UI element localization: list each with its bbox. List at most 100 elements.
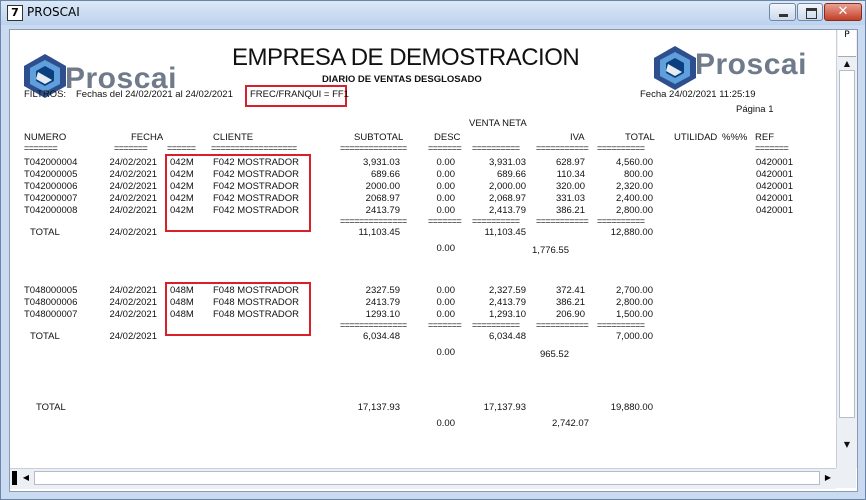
cell-iva: 206.90 [555, 309, 585, 320]
text-caret [12, 471, 17, 485]
title-bar[interactable]: 7 PROSCAI ✕ [1, 1, 865, 25]
report-page: Proscai Proscai EMPRESA DE DEMOSTRACION … [10, 30, 840, 468]
page-number: Página 1 [736, 104, 774, 115]
col-utilidad: UTILIDAD [674, 132, 718, 143]
cell-total: 2,400.00 [616, 193, 653, 204]
ruler: ================== [211, 143, 297, 153]
cell-numero: T042000004 [24, 157, 78, 168]
ruler: ======= [428, 216, 462, 226]
scrollbar-top-label: P [838, 30, 856, 57]
col-venta-neta: VENTA NETA [469, 118, 527, 129]
cell-subtotal: 2068.97 [365, 193, 400, 204]
ruler: ======= [114, 143, 148, 153]
group-total-iva: 965.52 [539, 349, 569, 360]
cell-subtotal: 2000.00 [365, 181, 400, 192]
grand-total-neta: 17,137.93 [483, 402, 526, 413]
minimize-button[interactable] [769, 3, 796, 21]
group-total-iva: 1,776.55 [532, 245, 569, 256]
col-numero: NUMERO [24, 132, 67, 143]
group-total-desc: 0.00 [436, 347, 456, 358]
cell-iva: 320.00 [555, 181, 585, 192]
close-button[interactable]: ✕ [824, 3, 862, 21]
cell-ref: 0420001 [756, 193, 793, 204]
col-iva: IVA [570, 132, 585, 143]
cell-desc: 0.00 [436, 169, 456, 180]
filter-label: FILTROS: [24, 89, 67, 100]
vertical-scroll-thumb[interactable] [839, 70, 855, 418]
scroll-up-icon[interactable]: ▲ [838, 57, 856, 71]
ruler: ========== [597, 143, 645, 153]
cell-subtotal: 2413.79 [365, 205, 400, 216]
cell-ref: 0420001 [756, 181, 793, 192]
cell-iva: 331.03 [555, 193, 585, 204]
cell-ref: 0420001 [756, 205, 793, 216]
cell-fecha: 24/02/2021 [109, 181, 157, 192]
cell-neta: 689.66 [496, 169, 526, 180]
logo-mark-icon [654, 46, 696, 90]
cell-numero: T042000005 [24, 169, 78, 180]
cell-total: 2,800.00 [616, 297, 653, 308]
ruler: ======= [24, 143, 58, 153]
cell-total: 2,800.00 [616, 205, 653, 216]
cell-total: 2,700.00 [616, 285, 653, 296]
grand-total-total: 19,880.00 [610, 402, 653, 413]
brand-wordmark: Proscai [695, 48, 807, 81]
ruler: ========== [472, 320, 520, 330]
cell-total: 4,560.00 [616, 157, 653, 168]
cell-iva: 110.34 [556, 169, 585, 180]
group-total-date: 24/02/2021 [109, 227, 157, 238]
client-highlight [165, 154, 311, 232]
cell-fecha: 24/02/2021 [109, 205, 157, 216]
cell-subtotal: 689.66 [370, 169, 400, 180]
ruler: ============== [340, 143, 407, 153]
cell-fecha: 24/02/2021 [109, 297, 157, 308]
cell-total: 1,500.00 [616, 309, 653, 320]
app-icon[interactable]: 7 [7, 5, 23, 21]
ruler: ========== [597, 320, 645, 330]
cell-total: 800.00 [623, 169, 653, 180]
maximize-button[interactable] [797, 3, 823, 21]
cell-iva: 386.21 [555, 205, 585, 216]
cell-subtotal: 1293.10 [365, 309, 400, 320]
cell-total: 2,320.00 [616, 181, 653, 192]
close-icon: ✕ [837, 4, 849, 19]
cell-neta: 3,931.03 [489, 157, 526, 168]
ruler: ========== [472, 143, 520, 153]
cell-desc: 0.00 [436, 205, 456, 216]
ruler: ======= [428, 320, 462, 330]
cell-neta: 2,000.00 [489, 181, 526, 192]
cell-subtotal: 3,931.03 [363, 157, 400, 168]
cell-desc: 0.00 [436, 181, 456, 192]
cell-subtotal: 2327.59 [365, 285, 400, 296]
report-subtitle: DIARIO DE VENTAS DESGLOSADO [322, 74, 482, 85]
vertical-scrollbar[interactable]: P ▲ ▼ [836, 30, 857, 468]
cell-fecha: 24/02/2021 [109, 157, 157, 168]
col-cliente: CLIENTE [213, 132, 254, 143]
cell-desc: 0.00 [436, 157, 456, 168]
minimize-icon [779, 14, 788, 17]
cell-fecha: 24/02/2021 [109, 193, 157, 204]
cell-ref: 0420001 [756, 157, 793, 168]
maximize-icon [806, 8, 817, 19]
cell-numero: T048000006 [24, 297, 78, 308]
cell-fecha: 24/02/2021 [109, 169, 157, 180]
group-total-date: 24/02/2021 [109, 331, 157, 342]
cell-desc: 0.00 [436, 309, 456, 320]
cell-desc: 0.00 [436, 193, 456, 204]
group-total-neta: 11,103.45 [484, 227, 526, 238]
cell-fecha: 24/02/2021 [109, 285, 157, 296]
scroll-right-icon[interactable]: ▶ [822, 471, 834, 485]
cell-desc: 0.00 [436, 297, 456, 308]
resize-grip[interactable] [836, 468, 856, 488]
grand-total-iva: 2,742.07 [552, 418, 589, 429]
group-total-subtotal: 6,034.48 [363, 331, 400, 342]
filter-value: FREC/FRANQUI = FF1 [250, 89, 349, 100]
horizontal-scroll-thumb[interactable] [34, 471, 820, 485]
group-total-desc: 0.00 [436, 243, 456, 254]
horizontal-scrollbar[interactable]: ◀ ▶ [10, 468, 836, 489]
cell-numero: T042000008 [24, 205, 78, 216]
report-viewer: Proscai Proscai EMPRESA DE DEMOSTRACION … [9, 29, 858, 492]
scroll-down-icon[interactable]: ▼ [838, 438, 856, 452]
scroll-left-icon[interactable]: ◀ [20, 471, 32, 485]
group-total-subtotal: 11,103.45 [358, 227, 400, 238]
